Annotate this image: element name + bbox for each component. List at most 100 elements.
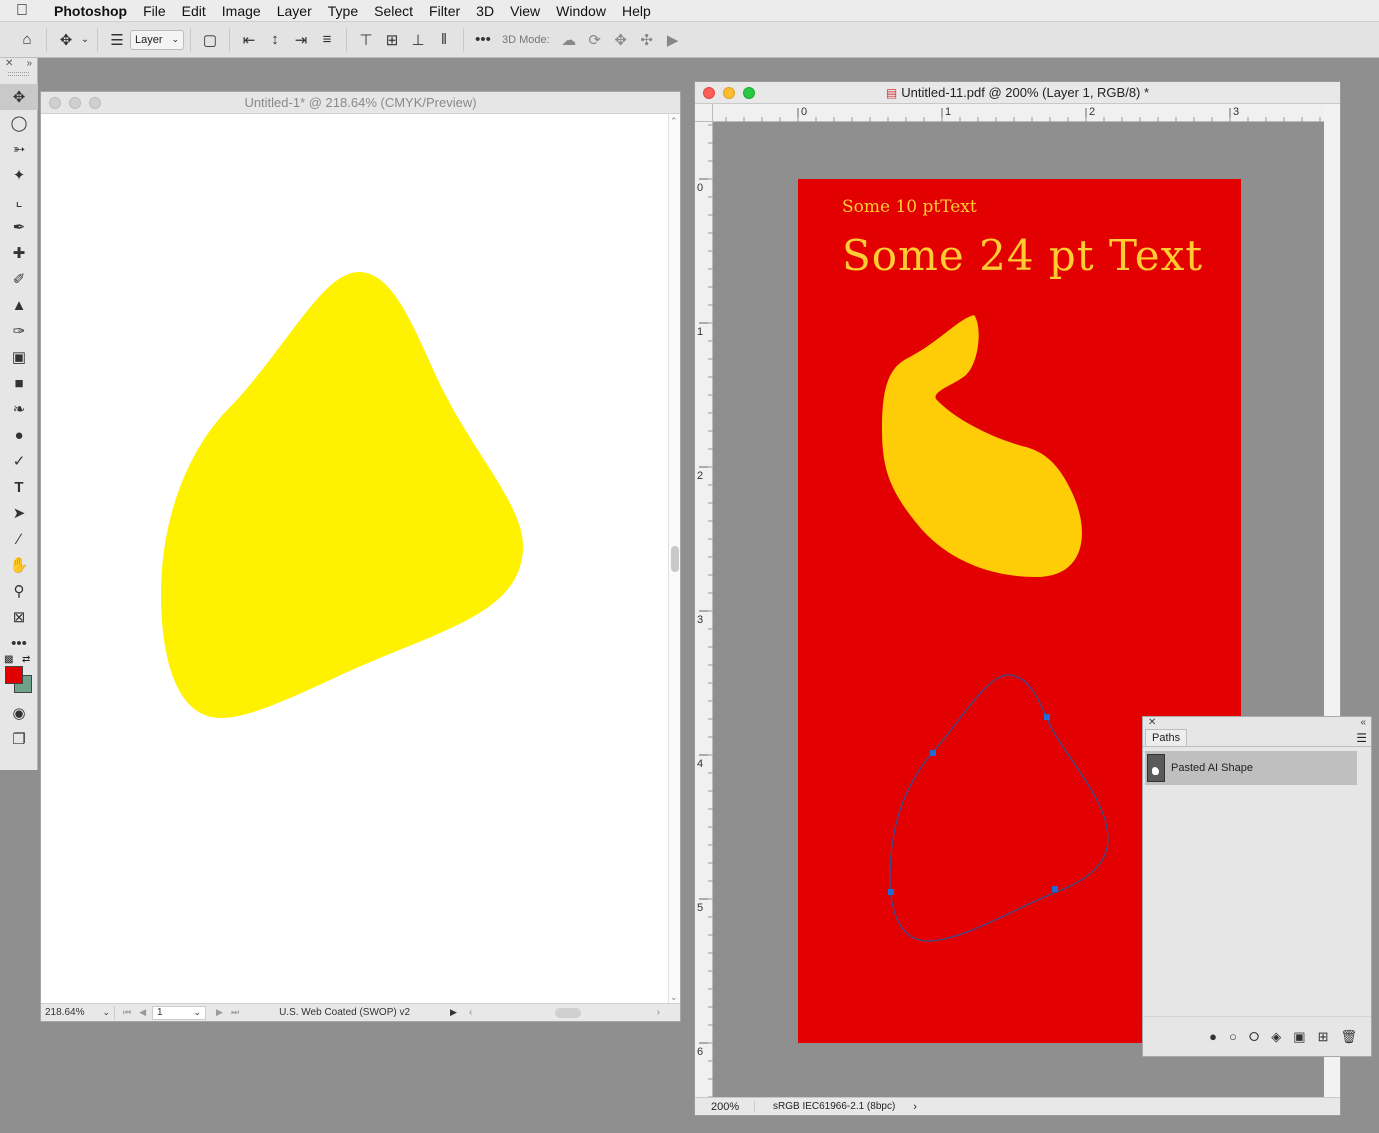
- menu-app[interactable]: Photoshop: [44, 3, 135, 19]
- align-bottom-icon[interactable]: ⊥: [405, 27, 431, 53]
- brush-icon[interactable]: ✐: [0, 266, 38, 292]
- chevron-down-icon[interactable]: ⌄: [79, 27, 91, 53]
- fill-path-icon[interactable]: ●: [1209, 1029, 1217, 1044]
- minimize-button[interactable]: [723, 87, 735, 99]
- last-page-icon[interactable]: ⏭: [231, 1007, 239, 1018]
- distribute-v-icon[interactable]: ≡: [314, 27, 340, 53]
- path-anchor-point[interactable]: [1044, 714, 1050, 720]
- align-top-icon[interactable]: ⊤: [353, 27, 379, 53]
- scroll-thumb[interactable]: [671, 546, 679, 572]
- marquee-icon[interactable]: ◯: [0, 110, 38, 136]
- zoom-icon[interactable]: ⚲: [0, 578, 38, 604]
- menu-file[interactable]: File: [135, 3, 174, 19]
- menu-layer[interactable]: Layer: [269, 3, 320, 19]
- home-icon[interactable]: ⌂: [14, 27, 40, 53]
- make-work-path-icon[interactable]: ◈: [1271, 1029, 1281, 1045]
- menu-select[interactable]: Select: [366, 3, 421, 19]
- pasted-ai-path-outline[interactable]: [889, 674, 1109, 942]
- eraser-icon[interactable]: ▣: [0, 344, 38, 370]
- menu-3d[interactable]: 3D: [468, 3, 502, 19]
- close-button[interactable]: [703, 87, 715, 99]
- align-right-icon[interactable]: ⇥: [288, 27, 314, 53]
- slide-3d-icon[interactable]: ✣: [634, 27, 660, 53]
- path-anchor-point[interactable]: [888, 889, 894, 895]
- hand-icon[interactable]: ✋: [0, 552, 38, 578]
- move-icon[interactable]: ✥: [0, 84, 38, 110]
- close-icon[interactable]: ✕: [5, 58, 13, 69]
- page-number-field[interactable]: 1 ⌄: [152, 1005, 207, 1020]
- horizontal-scroll-thumb[interactable]: [555, 1008, 581, 1018]
- close-button[interactable]: [49, 97, 61, 109]
- eyedropper-icon[interactable]: ✒: [0, 214, 38, 240]
- more-icon[interactable]: •••: [0, 630, 38, 656]
- more-options-icon[interactable]: •••: [470, 27, 496, 53]
- crop-icon[interactable]: ⌞: [0, 188, 38, 214]
- scroll-down-icon[interactable]: ⌄: [670, 992, 678, 1003]
- transform-controls-icon[interactable]: ▢: [197, 27, 223, 53]
- screen-mode-icon[interactable]: ❐: [0, 726, 38, 752]
- scroll-right-icon[interactable]: ›: [657, 1007, 660, 1018]
- blur-icon[interactable]: ❧: [0, 396, 38, 422]
- doc1-titlebar[interactable]: Untitled-1* @ 218.64% (CMYK/Preview): [41, 92, 680, 114]
- swap-colors-icon[interactable]: ⇄: [22, 654, 30, 665]
- tab-paths[interactable]: Paths: [1145, 729, 1188, 746]
- align-left-icon[interactable]: ⇤: [236, 27, 262, 53]
- dodge-icon[interactable]: ●: [0, 422, 38, 448]
- doc1-canvas[interactable]: [41, 114, 669, 1005]
- next-page-icon[interactable]: ▶: [216, 1007, 223, 1018]
- zoom-button[interactable]: [743, 87, 755, 99]
- doc1-zoom-field[interactable]: 218.64% ⌄: [41, 1005, 115, 1020]
- vertical-ruler[interactable]: 0 1 2 3 4 5 6: [695, 122, 713, 1099]
- path-anchor-point[interactable]: [1052, 886, 1058, 892]
- move-tool-preset-icon[interactable]: ✥: [53, 27, 79, 53]
- doc1-vertical-scrollbar[interactable]: ⌃ ⌄: [668, 114, 680, 1005]
- stamp-icon[interactable]: ▲: [0, 292, 38, 318]
- line-icon[interactable]: ∕: [0, 526, 38, 552]
- panel-menu-icon[interactable]: ☰: [1356, 731, 1367, 745]
- prev-page-icon[interactable]: ◀: [139, 1007, 146, 1018]
- healing-icon[interactable]: ✚: [0, 240, 38, 266]
- zoom-button[interactable]: [89, 97, 101, 109]
- orange-blob-shape[interactable]: [882, 315, 1082, 577]
- frame-icon[interactable]: ⊠: [0, 604, 38, 630]
- add-mask-icon[interactable]: ▣: [1293, 1029, 1305, 1045]
- horizontal-ruler[interactable]: 0 1 2 3: [713, 104, 1326, 122]
- path-item[interactable]: Pasted AI Shape: [1145, 751, 1357, 785]
- collapse-icon[interactable]: «: [1360, 717, 1366, 728]
- first-page-icon[interactable]: ⏮: [123, 1007, 131, 1018]
- menu-image[interactable]: Image: [214, 3, 269, 19]
- menu-filter[interactable]: Filter: [421, 3, 468, 19]
- menu-view[interactable]: View: [502, 3, 548, 19]
- path-select-icon[interactable]: ➤: [0, 500, 38, 526]
- quick-mask-icon[interactable]: ◉: [0, 700, 38, 726]
- paths-panel-header[interactable]: ✕ «: [1143, 717, 1371, 729]
- gradient-icon[interactable]: ■: [0, 370, 38, 396]
- align-middle-icon[interactable]: ⊞: [379, 27, 405, 53]
- scroll-up-icon[interactable]: ⌃: [670, 116, 678, 127]
- history-brush-icon[interactable]: ✑: [0, 318, 38, 344]
- delete-path-icon[interactable]: 🗑: [1340, 1029, 1357, 1045]
- default-colors-icon[interactable]: ▩: [4, 654, 13, 665]
- close-icon[interactable]: ✕: [1148, 717, 1156, 728]
- pan-3d-icon[interactable]: ✥: [608, 27, 634, 53]
- distribute-h-icon[interactable]: ‖: [431, 27, 457, 53]
- path-anchor-point[interactable]: [930, 750, 936, 756]
- pen-icon[interactable]: ✓: [0, 448, 38, 474]
- status-menu-arrow-icon[interactable]: ▶: [450, 1007, 457, 1018]
- doc2-titlebar[interactable]: ▤ Untitled-11.pdf @ 200% (Layer 1, RGB/8)…: [695, 82, 1340, 104]
- lasso-icon[interactable]: ➳: [0, 136, 38, 162]
- load-selection-icon[interactable]: ⭘: [1249, 1029, 1259, 1045]
- scale-3d-icon[interactable]: ▶: [660, 27, 686, 53]
- status-menu-arrow-icon[interactable]: ›: [913, 1101, 917, 1113]
- orbit-3d-icon[interactable]: ☁: [556, 27, 582, 53]
- doc2-zoom-field[interactable]: 200%: [695, 1100, 755, 1113]
- menu-edit[interactable]: Edit: [174, 3, 214, 19]
- menu-type[interactable]: Type: [320, 3, 366, 19]
- minimize-button[interactable]: [69, 97, 81, 109]
- align-center-h-icon[interactable]: ↕: [262, 27, 288, 53]
- stroke-path-icon[interactable]: ○: [1229, 1029, 1237, 1044]
- magic-wand-icon[interactable]: ✦: [0, 162, 38, 188]
- type-icon[interactable]: T: [0, 474, 38, 500]
- drag-grip[interactable]: [8, 72, 29, 76]
- collapse-icon[interactable]: »: [26, 58, 32, 69]
